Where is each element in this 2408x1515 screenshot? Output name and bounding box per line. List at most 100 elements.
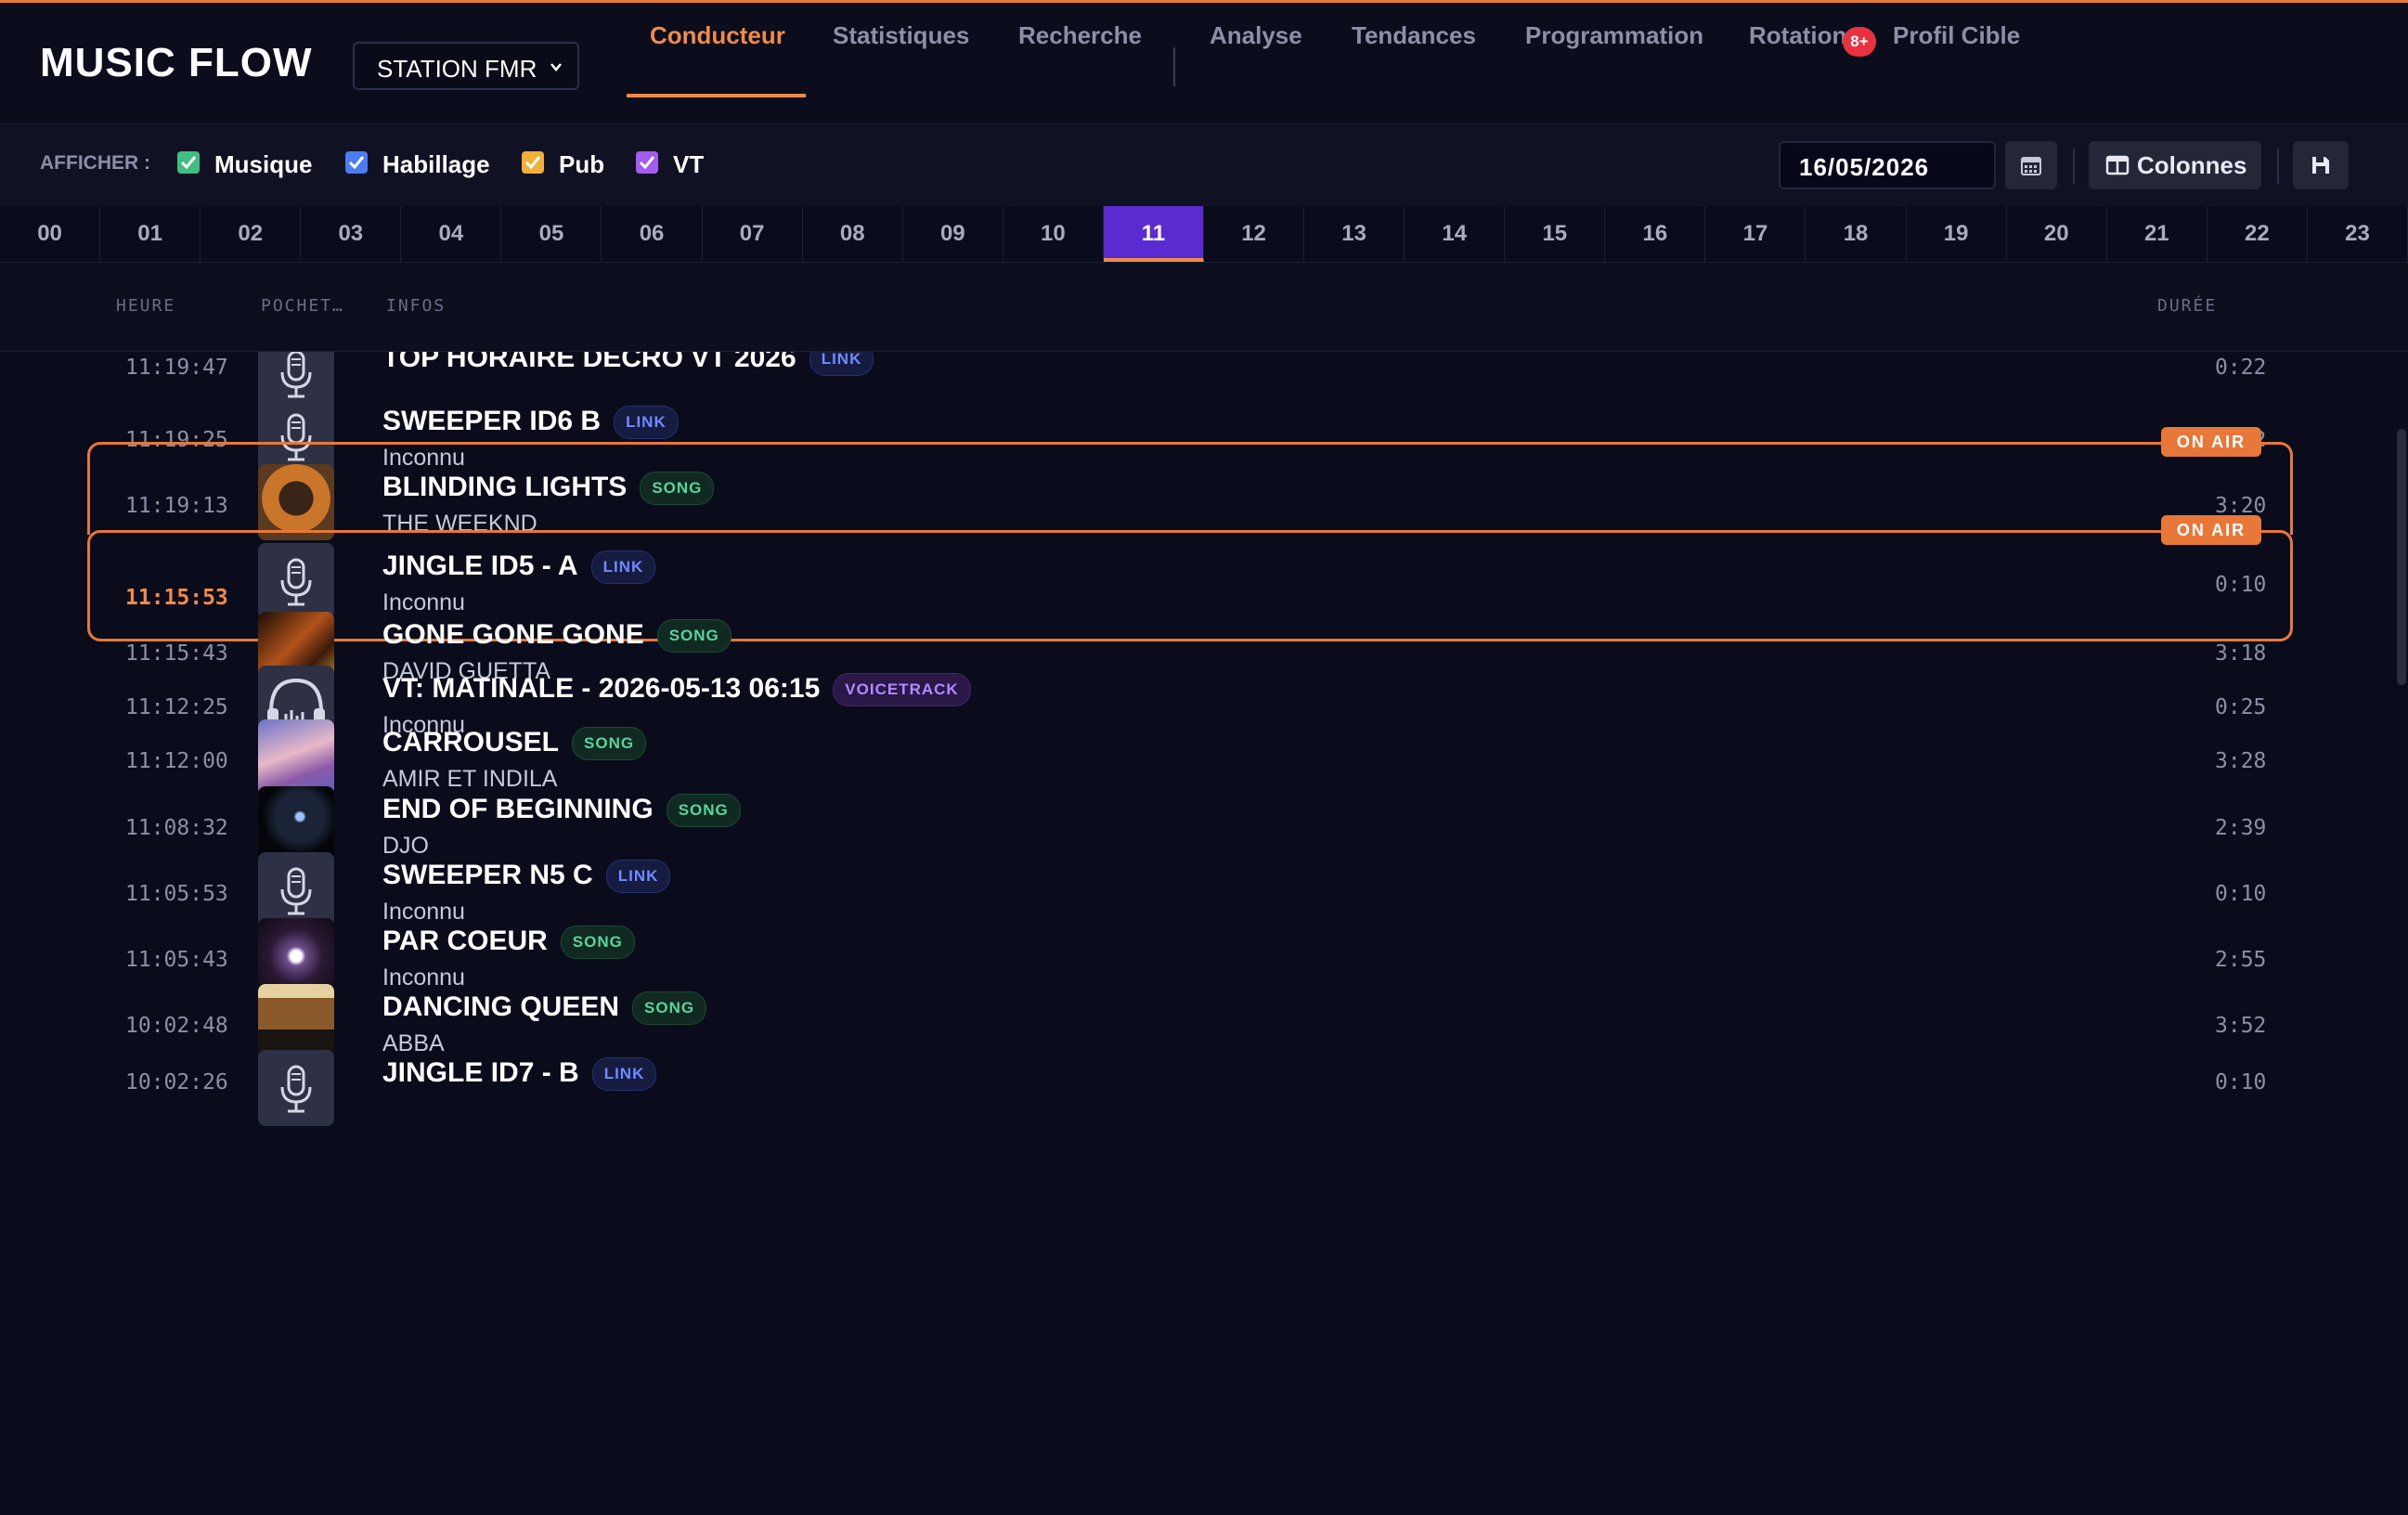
hour-tab-06[interactable]: 06 <box>602 206 703 262</box>
row-title: VT: MATINALE - 2026-05-13 06:15 VOICETRAC… <box>382 673 971 707</box>
hour-tab-22[interactable]: 22 <box>2207 206 2308 262</box>
type-tag: LINK <box>591 1057 657 1092</box>
playlist-list: 11:19:47 TOP HORAIRE DECRO VT 2026 LINK 0:2… <box>0 352 2408 1515</box>
hour-tab-15[interactable]: 15 <box>1505 206 1606 262</box>
toolbar-divider <box>2277 149 2279 184</box>
column-header-duration[interactable]: DURÉE <box>2157 296 2217 316</box>
tab-rotation[interactable]: Rotation <box>1749 21 1846 50</box>
tab-tendances[interactable]: Tendances <box>1352 21 1476 50</box>
hour-tab-18[interactable]: 18 <box>1806 206 1907 262</box>
row-title-text: VT: MATINALE - 2026-05-13 06:15 <box>382 673 821 704</box>
row-title-text: GONE GONE GONE <box>382 619 644 650</box>
hour-tab-19[interactable]: 19 <box>1907 206 2007 262</box>
type-tag: LINK <box>614 406 679 440</box>
date-input-value: 16/05/2026 <box>1799 153 1930 181</box>
row-title-text: JINGLE ID7 - B <box>382 1057 579 1088</box>
hour-tab-17[interactable]: 17 <box>1705 206 1806 262</box>
tab-programmation[interactable]: Programmation <box>1525 21 1703 50</box>
calendar-icon <box>2021 157 2041 175</box>
row-title: DANCING QUEEN SONG <box>382 991 707 1026</box>
row-title: SWEEPER ID6 B LINK <box>382 406 679 440</box>
hour-tab-09[interactable]: 09 <box>903 206 1003 262</box>
hour-tab-01[interactable]: 01 <box>100 206 201 262</box>
row-title: BLINDING LIGHTS SONG <box>382 472 715 506</box>
row-time: 11:19:47 <box>125 356 228 380</box>
row-title-text: TOP HORAIRE DECRO VT 2026 <box>382 352 796 373</box>
row-duration: 0:10 <box>2215 573 2267 597</box>
hour-tab-08[interactable]: 08 <box>803 206 903 262</box>
tab-analyse[interactable]: Analyse <box>1210 21 1302 50</box>
hour-tab-03[interactable]: 03 <box>301 206 402 262</box>
station-select[interactable]: STATION FMR <box>353 42 579 90</box>
row-duration: 0:22 <box>2215 356 2267 380</box>
tab-statistiques[interactable]: Statistiques <box>833 21 969 50</box>
app-logo: MUSIC FLOW <box>40 40 313 85</box>
chevron-down-icon <box>550 63 562 71</box>
row-time: 11:05:43 <box>125 948 228 972</box>
hour-tab-14[interactable]: 14 <box>1405 206 1506 262</box>
hour-selector: 00 01 02 03 04 05 06 07 08 09 10 11 12 13 14 15 16 17 18 19… <box>0 206 2408 263</box>
table-row[interactable]: ON AIR 11:19:13 BLINDING LIGHTS SONG THE WEE… <box>0 427 2408 540</box>
row-duration: 0:10 <box>2215 1070 2267 1094</box>
row-duration: 0:10 <box>2215 882 2267 906</box>
hour-tab-21[interactable]: 21 <box>2107 206 2207 262</box>
column-header-info[interactable]: INFOS <box>386 296 446 316</box>
filter-pub-label: Pub <box>559 150 605 178</box>
filter-vt-label: VT <box>673 150 705 178</box>
checkbox-checked-icon <box>522 151 544 174</box>
rotation-badge: 8+ <box>1843 27 1876 57</box>
hour-tab-04[interactable]: 04 <box>401 206 502 262</box>
columns-button[interactable]: Colonnes <box>2089 141 2261 189</box>
row-title-text: PAR COEUR <box>382 926 548 956</box>
hour-tab-00[interactable]: 00 <box>0 206 101 262</box>
row-title-text: DANCING QUEEN <box>382 991 620 1022</box>
save-icon <box>2312 157 2329 174</box>
filter-habillage-label: Habillage <box>382 150 490 178</box>
station-select-value: STATION FMR <box>377 55 537 83</box>
hour-tab-10[interactable]: 10 <box>1003 206 1104 262</box>
hour-tab-13[interactable]: 13 <box>1304 206 1405 262</box>
hour-tab-11[interactable]: 11 <box>1103 206 1204 262</box>
filter-bar: AFFICHER : Musique Habillage Pub VT 16/0… <box>0 124 2408 207</box>
hour-tab-05[interactable]: 05 <box>501 206 602 262</box>
row-duration: 3:52 <box>2215 1014 2267 1038</box>
hour-tab-12[interactable]: 12 <box>1204 206 1305 262</box>
hour-tab-02[interactable]: 02 <box>201 206 302 262</box>
save-button[interactable] <box>2293 141 2349 189</box>
tab-profil-cible[interactable]: Profil Cible <box>1893 21 2020 50</box>
calendar-button[interactable] <box>2005 141 2057 189</box>
row-duration: 3:28 <box>2215 749 2267 773</box>
nav-divider <box>1173 47 1175 86</box>
row-title-text: BLINDING LIGHTS <box>382 472 628 502</box>
row-title-text: CARROUSEL <box>382 727 560 758</box>
app-header: MUSIC FLOW STATION FMR Conducteur Statis… <box>0 3 2408 124</box>
type-tag: SONG <box>656 619 731 654</box>
column-header-time[interactable]: HEURE <box>116 296 175 316</box>
date-input[interactable]: 16/05/2026 <box>1779 141 1996 189</box>
tab-conducteur[interactable]: Conducteur <box>650 21 785 50</box>
table-header: HEURE POCHET… INFOS DURÉE <box>0 263 2408 352</box>
type-tag: SONG <box>632 991 707 1026</box>
hour-tab-16[interactable]: 16 <box>1605 206 1706 262</box>
scrollbar[interactable] <box>2397 429 2406 685</box>
type-tag: SONG <box>666 794 741 828</box>
row-title-text: END OF BEGINNING <box>382 794 654 824</box>
on-air-badge: ON AIR <box>2161 515 2261 545</box>
hour-tab-23[interactable]: 23 <box>2308 206 2408 262</box>
column-header-cover[interactable]: POCHET… <box>261 296 344 316</box>
type-tag: LINK <box>590 550 656 585</box>
tab-recherche[interactable]: Recherche <box>1018 21 1142 50</box>
album-cover <box>258 464 334 540</box>
row-title-text: JINGLE ID5 - A <box>382 550 578 581</box>
row-time: 11:19:13 <box>125 494 228 518</box>
mic-icon <box>258 1050 334 1126</box>
row-title: GONE GONE GONE SONG <box>382 619 731 654</box>
hour-tab-07[interactable]: 07 <box>703 206 803 262</box>
hour-tab-20[interactable]: 20 <box>2007 206 2107 262</box>
table-row[interactable]: 10:02:26 JINGLE ID7 - B LINK 0:10 <box>0 1042 2408 1126</box>
row-title-text: SWEEPER N5 C <box>382 860 593 890</box>
checkbox-checked-icon <box>177 151 200 174</box>
row-title-text: SWEEPER ID6 B <box>382 406 602 436</box>
row-title: CARROUSEL SONG <box>382 727 647 761</box>
checkbox-checked-icon <box>636 151 658 174</box>
